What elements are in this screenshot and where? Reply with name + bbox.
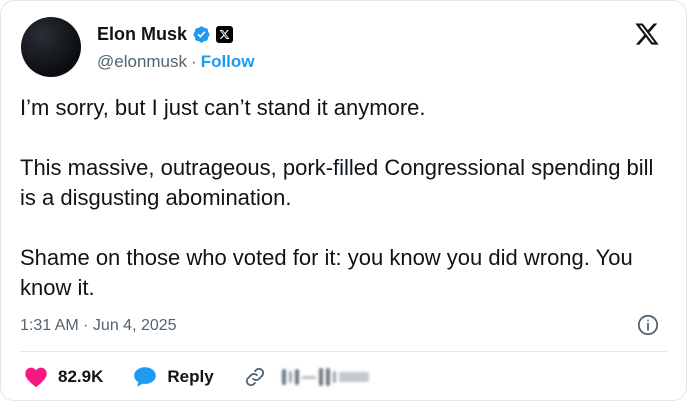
tweet-text: I’m sorry, but I just can’t stand it any… — [20, 93, 660, 303]
author-name[interactable]: Elon Musk — [97, 23, 187, 45]
tweet-paragraph: This massive, outrageous, pork-filled Co… — [20, 155, 654, 210]
divider — [20, 351, 667, 352]
reply-button[interactable]: Reply — [133, 366, 214, 388]
copy-link-button[interactable] — [244, 366, 369, 388]
blurred-text — [281, 368, 369, 386]
author-name-row: Elon Musk — [97, 23, 234, 45]
tweet-paragraph: I’m sorry, but I just can’t stand it any… — [20, 95, 426, 120]
tweet-timestamp[interactable]: 1:31 AM · Jun 4, 2025 — [20, 315, 177, 337]
action-bar: 82.9K Reply — [20, 363, 369, 391]
author-handle-row: @elonmusk · Follow — [97, 51, 255, 73]
link-icon — [245, 367, 264, 387]
x-logo-icon[interactable] — [634, 21, 660, 47]
like-count: 82.9K — [58, 367, 104, 386]
follow-button[interactable]: Follow — [201, 52, 255, 71]
x-logo-icon — [216, 25, 234, 43]
info-icon[interactable] — [636, 313, 660, 337]
like-button[interactable]: 82.9K — [24, 366, 103, 388]
avatar[interactable] — [21, 17, 81, 77]
reply-label: Reply — [167, 367, 214, 386]
heart-icon — [25, 367, 47, 388]
author-handle[interactable]: @elonmusk — [97, 52, 187, 71]
tweet-paragraph: Shame on those who voted for it: you kno… — [20, 245, 633, 300]
separator: · — [191, 52, 197, 71]
speech-bubble-icon — [134, 367, 157, 387]
verified-badge-icon — [193, 25, 210, 43]
tweet-card: Elon Musk @elonmusk · Follow I’m sorry, bu… — [0, 0, 687, 401]
